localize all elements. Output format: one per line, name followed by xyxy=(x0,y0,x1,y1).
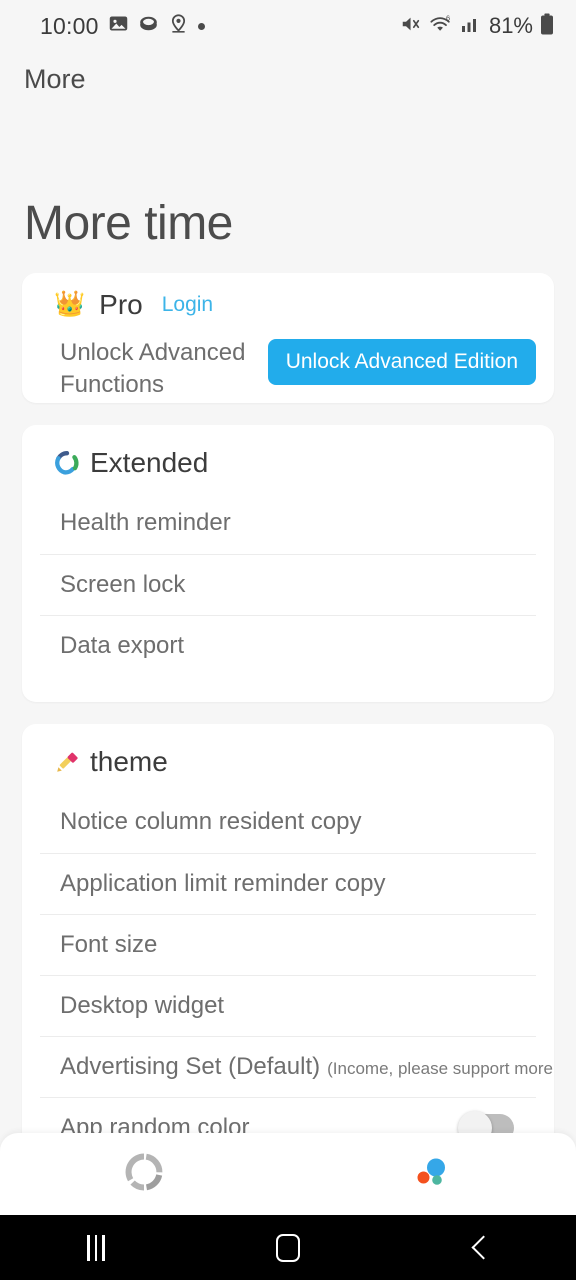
row-label-wrap: Application limit reminder copy xyxy=(60,870,385,898)
scroll-content[interactable]: More time 👑 Pro Login Unlock Advanced Fu… xyxy=(0,122,576,1280)
phone-screen: 10:00 6 81% More More time 👑 Pro Login U… xyxy=(0,0,576,1280)
row-label-wrap: Desktop widget xyxy=(60,992,224,1020)
back-chevron-icon xyxy=(470,1235,496,1260)
svg-text:6: 6 xyxy=(446,13,450,22)
row-label: Health reminder xyxy=(60,509,231,537)
row-data-export[interactable]: Data export xyxy=(40,614,536,676)
status-bar-right: 6 81% xyxy=(400,13,554,40)
status-bar-left: 10:00 xyxy=(40,13,205,40)
row-label-wrap: Advertising Set (Default) (Income, pleas… xyxy=(60,1052,554,1081)
cellular-signal-icon xyxy=(460,14,480,39)
location-pin-icon xyxy=(168,13,189,39)
wifi-6-icon: 6 xyxy=(429,13,453,40)
row-application-limit-reminder-copy[interactable]: Application limit reminder copy xyxy=(40,852,536,914)
home-icon xyxy=(276,1233,300,1262)
row-label: Notice column resident copy xyxy=(60,808,362,836)
theme-rows: Notice column resident copy Application … xyxy=(40,784,554,1158)
cookie-icon xyxy=(138,13,159,39)
recents-button[interactable] xyxy=(0,1215,192,1280)
row-label: Advertising Set (Default) xyxy=(60,1052,321,1080)
theme-section-title: theme xyxy=(90,745,168,777)
paintbrush-icon xyxy=(54,749,80,775)
row-health-reminder[interactable]: Health reminder xyxy=(40,493,536,554)
row-notice-column-resident-copy[interactable]: Notice column resident copy xyxy=(40,792,536,853)
row-label: Data export xyxy=(60,631,185,659)
pro-title: Pro xyxy=(99,288,143,320)
row-label-wrap: Screen lock xyxy=(60,571,185,599)
status-bar: 10:00 6 81% xyxy=(0,0,576,52)
nav-item-timer[interactable] xyxy=(0,1133,288,1215)
row-label: Desktop widget xyxy=(60,991,225,1019)
theme-section-header: theme xyxy=(40,724,536,784)
crown-icon: 👑 xyxy=(54,290,86,319)
image-icon xyxy=(108,13,129,39)
row-label-wrap: Font size xyxy=(60,931,157,959)
bubbles-icon xyxy=(412,1152,452,1197)
row-label-wrap: Data export xyxy=(60,632,184,660)
row-label-wrap: Health reminder xyxy=(60,509,231,537)
segmented-ring-icon xyxy=(122,1150,166,1199)
extended-ring-icon xyxy=(54,450,80,476)
back-button[interactable] xyxy=(384,1215,576,1280)
page-title: More time xyxy=(24,197,233,250)
battery-percent-label: 81% xyxy=(488,13,533,38)
extended-rows: Health reminder Screen lock Data export xyxy=(40,485,536,676)
row-label: Screen lock xyxy=(60,570,186,598)
nav-item-more[interactable] xyxy=(288,1133,576,1215)
android-navigation-bar xyxy=(0,1215,576,1280)
status-clock: 10:00 xyxy=(40,12,99,39)
dot-icon xyxy=(197,22,205,30)
pro-description: Unlock Advanced Functions xyxy=(60,338,246,398)
mute-icon xyxy=(400,13,422,40)
row-font-size[interactable]: Font size xyxy=(40,913,536,975)
home-button[interactable] xyxy=(192,1215,384,1280)
row-desktop-widget[interactable]: Desktop widget xyxy=(40,974,536,1036)
bottom-navigation-bar xyxy=(0,1133,576,1215)
row-screen-lock[interactable]: Screen lock xyxy=(40,553,536,615)
row-advertising-set[interactable]: Advertising Set (Default) (Income, pleas… xyxy=(40,1035,554,1097)
pro-card: 👑 Pro Login Unlock Advanced Functions Un… xyxy=(22,272,554,403)
app-toolbar: More xyxy=(0,52,576,122)
recents-icon xyxy=(87,1234,105,1261)
battery-icon xyxy=(540,13,554,40)
theme-card: theme Notice column resident copy Applic… xyxy=(22,723,554,1162)
row-note: (Income, please support more!) xyxy=(327,1058,554,1078)
extended-section-title: Extended xyxy=(90,446,209,478)
unlock-advanced-edition-button[interactable]: Unlock Advanced Edition xyxy=(267,338,536,385)
row-label-wrap: Notice column resident copy xyxy=(60,808,361,836)
login-link[interactable]: Login xyxy=(162,293,213,317)
toolbar-title: More xyxy=(24,64,86,94)
pro-card-body: Unlock Advanced Functions Unlock Advance… xyxy=(40,337,536,401)
pro-card-header: 👑 Pro Login xyxy=(40,289,536,321)
row-label: Font size xyxy=(60,930,158,958)
extended-card: Extended Health reminder Screen lock Dat… xyxy=(22,424,554,702)
extended-section-header: Extended xyxy=(40,425,536,485)
row-label: Application limit reminder copy xyxy=(60,869,386,897)
